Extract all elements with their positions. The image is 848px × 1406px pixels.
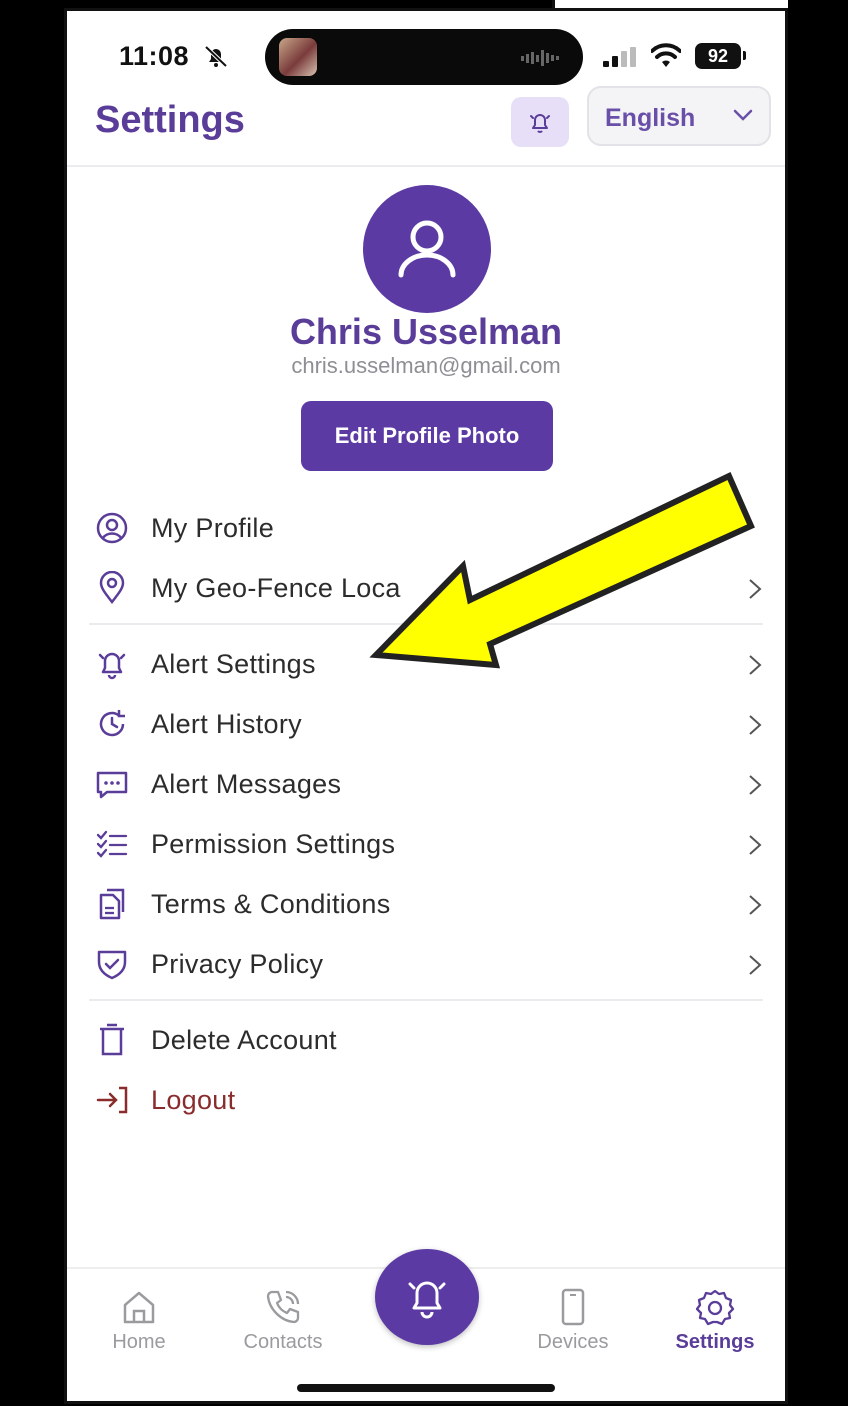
page-title: Settings [95,99,245,141]
alert-fab-button[interactable] [375,1249,479,1345]
menu-item-label: Alert Messages [151,769,342,799]
tab-devices[interactable]: Devices [513,1287,633,1367]
profile-name: Chris Usselman [289,311,563,352]
menu-item-label: Privacy Policy [151,949,324,979]
checklist-icon [96,830,128,858]
tab-label: Devices [537,1331,609,1353]
menu-item-label: Alert History [151,709,302,739]
history-icon [99,710,125,737]
menu-item-label: Alert Settings [151,649,316,679]
menu-divider [89,999,763,1001]
status-bar: 11:08 92 [67,11,785,91]
phone-screen: 11:08 92 Settings English Chris Usselman… [64,8,788,1404]
chevron-right-icon [749,775,762,795]
menu-item-privacy[interactable]: Privacy Policy [89,935,769,991]
user-icon [398,220,456,278]
chevron-right-icon [749,835,762,855]
tab-home[interactable]: Home [79,1287,199,1367]
chevron-right-icon [749,715,762,735]
user-circle-icon [96,512,128,544]
edit-profile-photo-button[interactable]: Edit Profile Photo [301,401,553,471]
status-time: 11:08 [119,41,190,71]
alarm-bell-icon [98,652,126,680]
menu-item-label: Delete Account [151,1025,337,1055]
gear-icon [695,1289,735,1326]
chevron-right-icon [749,579,762,599]
chevron-right-icon [749,955,762,975]
message-icon [96,771,128,799]
menu-item-delete-account[interactable]: Delete Account [89,1011,769,1067]
bell-icon [530,114,550,133]
notifications-button[interactable] [511,97,569,147]
chevron-down-icon [733,109,753,121]
audio-wave-icon [521,50,559,66]
alarm-bell-icon [408,1281,446,1319]
menu-item-my-profile[interactable]: My Profile [89,499,769,555]
tab-contacts[interactable]: Contacts [223,1287,343,1367]
menu-item-label: Logout [151,1085,236,1115]
now-playing-thumbnail [279,38,317,76]
document-icon [99,888,125,920]
battery-indicator: 92 [695,43,741,69]
dynamic-island[interactable] [265,29,583,85]
home-indicator[interactable] [297,1384,555,1392]
menu-item-alert-history[interactable]: Alert History [89,695,769,751]
menu-item-logout[interactable]: Logout [89,1071,769,1127]
tab-label: Home [112,1331,166,1353]
language-value: English [605,104,696,132]
menu-item-alert-settings[interactable]: Alert Settings [89,635,769,691]
wifi-icon [651,43,681,67]
profile-email: chris.usselman@gmail.com [291,353,561,378]
menu-item-alert-messages[interactable]: Alert Messages [89,755,769,811]
battery-tip [743,51,746,60]
menu-divider [89,623,763,625]
tab-label: Settings [675,1331,755,1353]
tab-label: Contacts [243,1331,323,1353]
mute-bell-icon [204,45,228,68]
language-select[interactable]: English [587,86,771,146]
location-pin-icon [99,571,125,605]
menu-item-label: My Geo-Fence Loca [151,573,401,603]
menu-item-geo-fence[interactable]: My Geo-Fence Loca [89,559,769,615]
menu-item-label: My Profile [151,513,275,543]
device-icon [561,1288,585,1326]
shield-check-icon [97,950,127,980]
tab-settings[interactable]: Settings [655,1287,775,1367]
chevron-right-icon [749,895,762,915]
trash-icon [100,1023,124,1056]
signal-icon [603,47,636,67]
avatar[interactable] [363,185,491,313]
menu-item-label: Terms & Conditions [151,889,391,919]
logout-icon [96,1086,128,1114]
header: Settings English [67,86,785,167]
menu-item-terms[interactable]: Terms & Conditions [89,875,769,931]
phone-icon [266,1290,300,1324]
menu-item-permission-settings[interactable]: Permission Settings [89,815,769,871]
chevron-right-icon [749,655,762,675]
menu-item-label: Permission Settings [151,829,396,859]
home-icon [123,1291,155,1324]
